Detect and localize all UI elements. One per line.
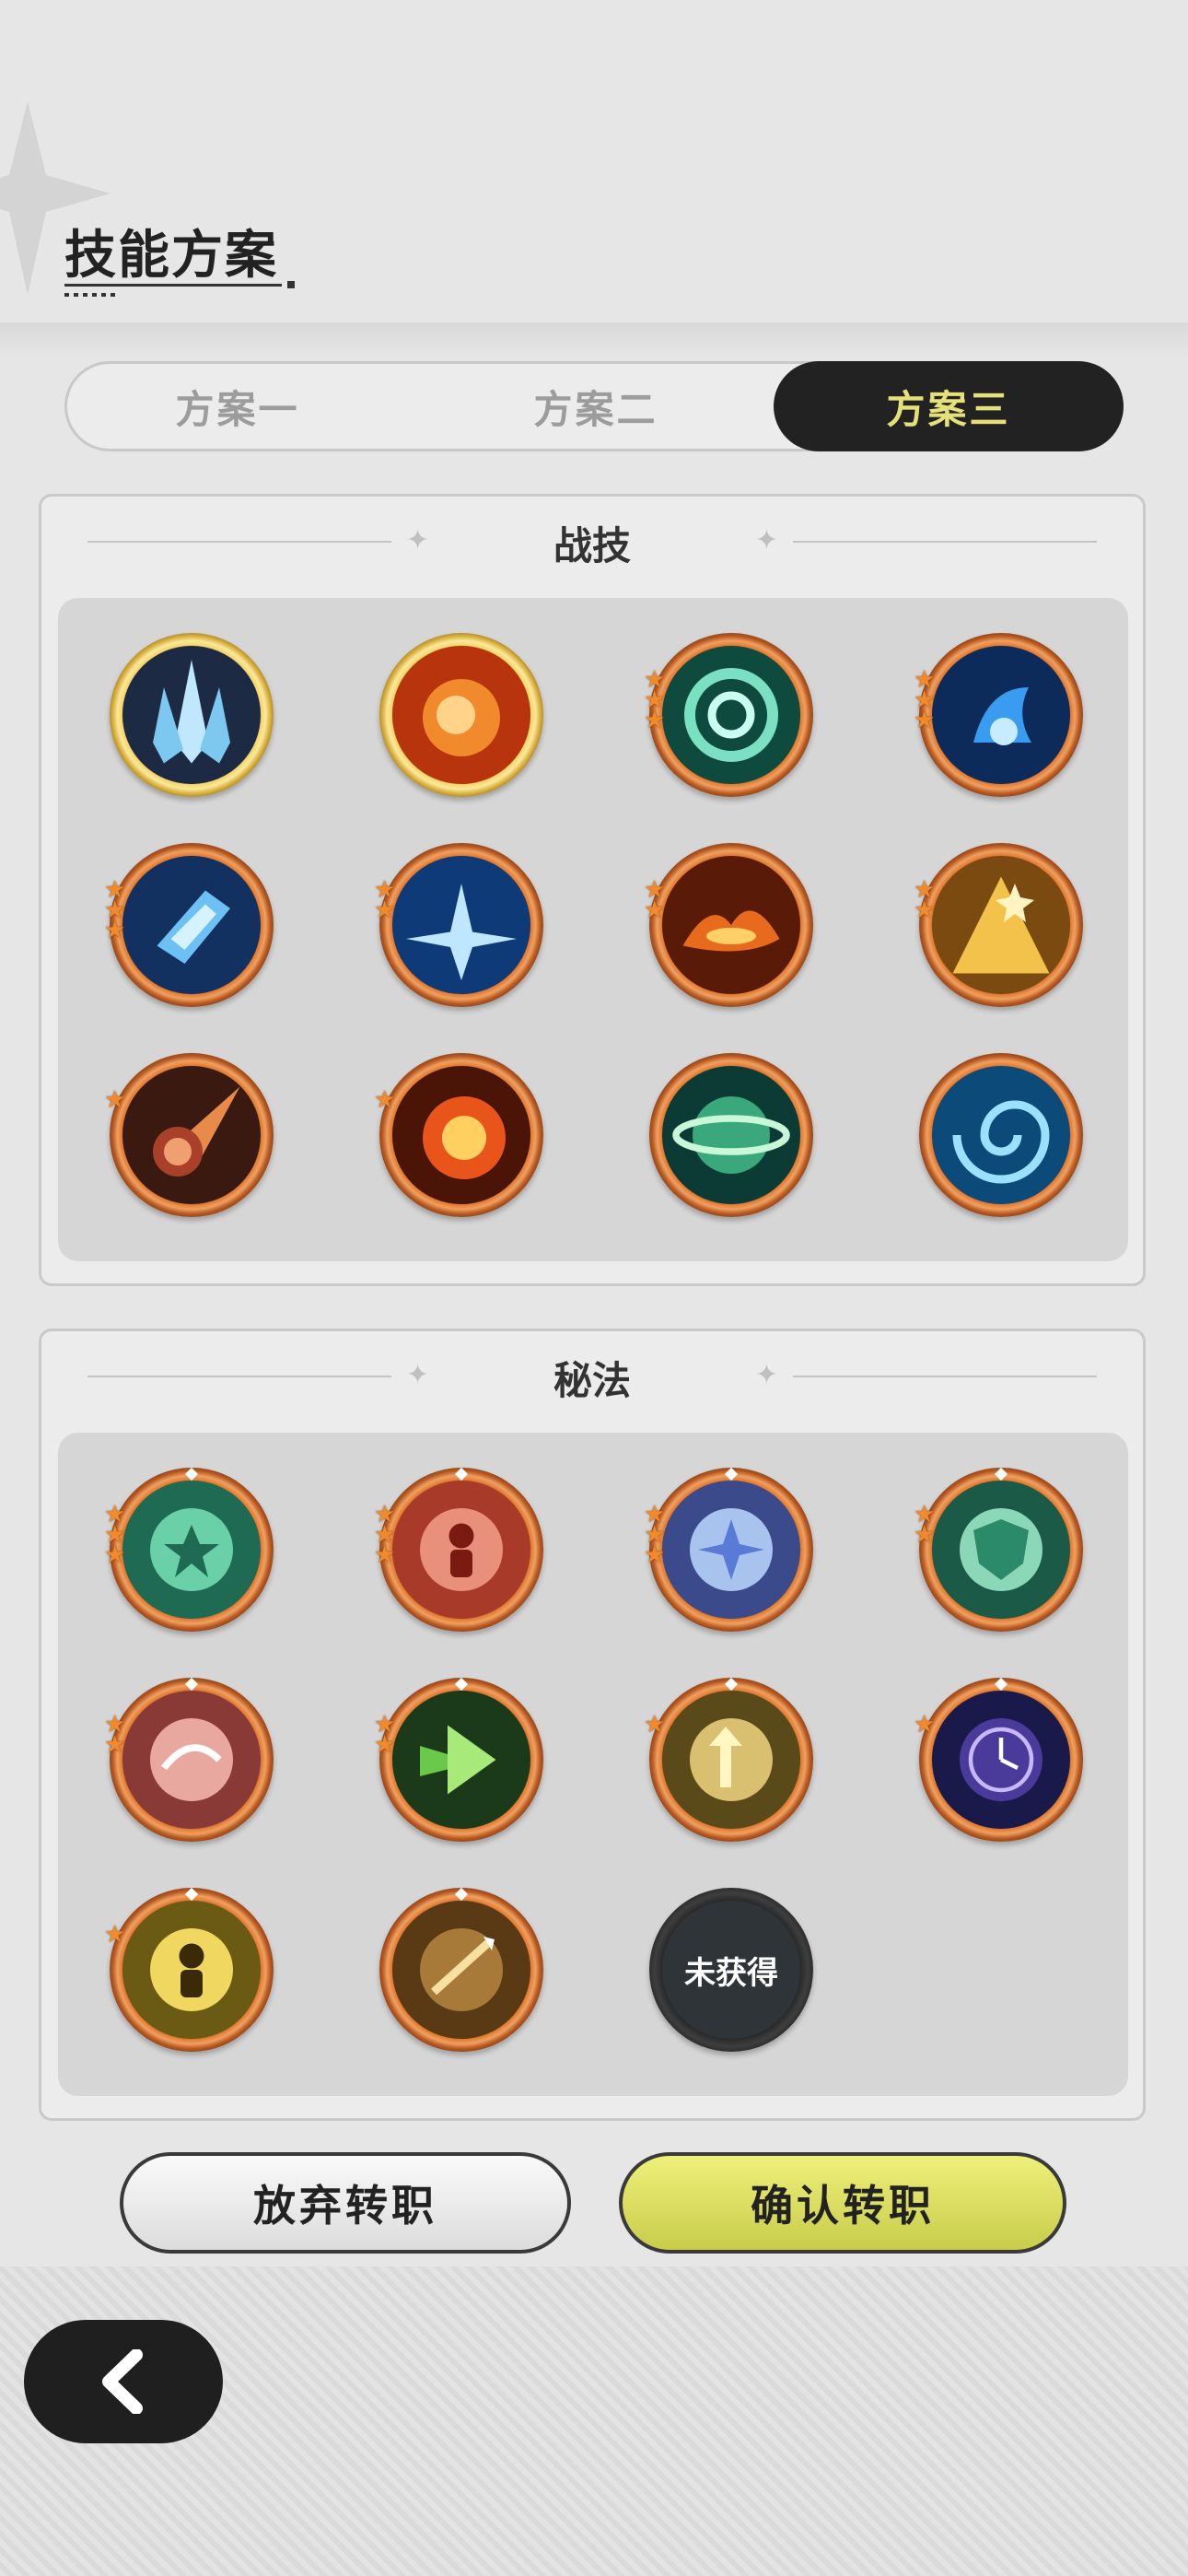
- sparkle-icon: ✦: [754, 1359, 778, 1391]
- secret-green-shield[interactable]: ★ ★: [914, 1467, 1083, 1632]
- skill-flame-wave[interactable]: ★ ★: [644, 843, 813, 1007]
- yellow-boost-icon: [662, 1691, 800, 1829]
- flame-wave-icon: [662, 856, 800, 994]
- skill-wind-vortex[interactable]: ★ ★ ★: [644, 633, 813, 797]
- secret-clock[interactable]: ★: [914, 1677, 1083, 1842]
- skill-frost-burst[interactable]: ★ ★: [374, 843, 543, 1007]
- rarity-stars: ★ ★: [914, 1501, 936, 1549]
- rarity-stars: ★ ★ ★: [374, 1501, 396, 1569]
- skill-golden-star[interactable]: ★ ★: [914, 843, 1083, 1007]
- title-underline: [64, 284, 282, 287]
- secret-gold-strike[interactable]: [379, 1887, 543, 2052]
- rarity-stars: ★: [104, 1086, 126, 1114]
- tab-plan-1[interactable]: 方案一: [67, 364, 408, 449]
- page-title: 技能方案: [64, 226, 278, 286]
- green-claw-icon: [392, 1691, 530, 1829]
- chevron-left-icon: [102, 2349, 143, 2414]
- rarity-stars: ★ ★ ★: [644, 1501, 666, 1569]
- confirm-job-change-button[interactable]: 确认转职: [619, 2152, 1066, 2254]
- abandon-job-change-button[interactable]: 放弃转职: [120, 2152, 571, 2254]
- rarity-stars: ★: [644, 1711, 666, 1739]
- secret-green-heal[interactable]: ★ ★ ★: [104, 1467, 274, 1632]
- rarity-stars: ★ ★ ★: [104, 1501, 126, 1569]
- rarity-stars: ★ ★: [374, 876, 396, 924]
- back-button[interactable]: [24, 2320, 223, 2443]
- rarity-stars: ★ ★: [644, 876, 666, 924]
- skill-blue-flame[interactable]: ★ ★ ★: [914, 633, 1083, 797]
- skill-fire-orb[interactable]: [379, 633, 543, 797]
- gold-figure-icon: [122, 1901, 261, 2039]
- sparkle-icon: ✦: [754, 524, 778, 556]
- tab-plan-2[interactable]: 方案二: [421, 364, 771, 449]
- blue-sparkle-icon: [662, 1481, 800, 1619]
- fire-blast-icon: [392, 1066, 530, 1204]
- skill-fire-blast[interactable]: ★: [374, 1053, 543, 1217]
- red-figure-icon: [392, 1481, 530, 1619]
- rarity-stars: ★ ★ ★: [104, 876, 126, 944]
- combat-skills-panel: ✦ 战技 ✦ ★ ★ ★ ★ ★ ★ ★ ★ ★ ★ ★ ★ ★ ★ ★ ★ ★: [39, 494, 1146, 1286]
- secret-gold-figure[interactable]: ★: [104, 1887, 274, 2052]
- shield-icon: [932, 1481, 1070, 1619]
- title-dots: [64, 293, 116, 297]
- tab-plan-3[interactable]: 方案三: [774, 361, 1124, 451]
- blue-flame-icon: [932, 646, 1070, 784]
- combat-skills-grid: ★ ★ ★ ★ ★ ★ ★ ★ ★ ★ ★ ★ ★ ★ ★ ★ ★: [58, 598, 1128, 1261]
- skill-ice-crystal[interactable]: [110, 633, 274, 797]
- rarity-stars: ★ ★: [374, 1711, 396, 1759]
- secret-green-claw[interactable]: ★ ★: [374, 1677, 543, 1842]
- combat-skills-header: ✦ 战技 ✦: [41, 497, 1143, 589]
- secret-arts-title: 秘法: [553, 1358, 631, 1403]
- secret-pink-swirl[interactable]: ★ ★: [104, 1677, 274, 1842]
- secret-arts-grid: ★ ★ ★ ★ ★ ★ ★ ★ ★ ★ ★ ★ ★ ★ ★ ★ ★ ★ 未获得: [58, 1433, 1128, 2096]
- plan-tabs: 方案一 方案二 方案三: [64, 361, 1124, 451]
- secret-red-figure[interactable]: ★ ★ ★: [374, 1467, 543, 1632]
- secret-yellow-boost[interactable]: ★: [644, 1677, 813, 1842]
- header-line-right: [793, 1376, 1097, 1377]
- golden-star-icon: [932, 856, 1070, 994]
- wind-orb-icon: [662, 1066, 800, 1204]
- rarity-stars: ★: [914, 1711, 936, 1739]
- skill-ice-shard[interactable]: ★ ★ ★: [104, 843, 274, 1007]
- frost-burst-icon: [392, 856, 530, 994]
- secret-arts-header: ✦ 秘法 ✦: [41, 1331, 1143, 1423]
- combat-skills-title: 战技: [553, 523, 631, 568]
- rarity-stars: ★ ★: [104, 1711, 126, 1759]
- skill-meteor[interactable]: ★: [104, 1053, 274, 1217]
- ice-crystal-icon: [122, 646, 261, 784]
- wind-vortex-icon: [662, 646, 800, 784]
- rarity-stars: ★: [104, 1921, 126, 1949]
- header-divider: [0, 322, 1188, 359]
- pink-swirl-icon: [122, 1691, 261, 1829]
- skill-wind-orb[interactable]: [649, 1053, 813, 1217]
- secret-arts-panel: ✦ 秘法 ✦ ★ ★ ★ ★ ★ ★ ★ ★ ★ ★ ★ ★ ★ ★ ★ ★ ★…: [39, 1329, 1146, 2121]
- header-line-right: [793, 541, 1097, 543]
- secret-blue-sparkle[interactable]: ★ ★ ★: [644, 1467, 813, 1632]
- title-underline-tail: [287, 281, 295, 288]
- clover-heal-icon: [122, 1481, 261, 1619]
- ice-shard-icon: [122, 856, 261, 994]
- gold-strike-icon: [392, 1901, 530, 2039]
- secret-locked-slot[interactable]: 未获得: [649, 1888, 813, 2052]
- clock-icon: [932, 1691, 1070, 1829]
- fire-orb-icon: [392, 646, 530, 784]
- rarity-stars: ★ ★ ★: [644, 666, 666, 734]
- meteor-icon: [122, 1066, 261, 1204]
- rarity-stars: ★ ★ ★: [914, 666, 936, 734]
- water-swirl-icon: [932, 1066, 1070, 1204]
- rarity-stars: ★ ★: [914, 876, 936, 924]
- rarity-stars: ★: [374, 1086, 396, 1114]
- locked-label: 未获得: [684, 1954, 778, 1992]
- skill-water-swirl[interactable]: [919, 1053, 1083, 1217]
